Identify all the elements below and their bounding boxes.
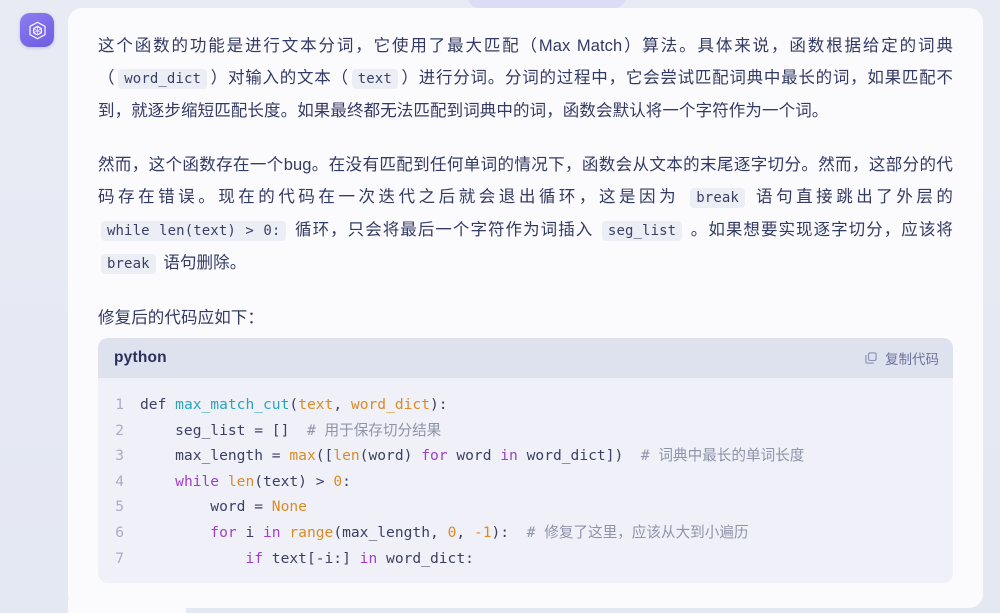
code-token: word_dict: — [377, 549, 474, 567]
code-token: in — [359, 549, 378, 567]
code-line-text: max_length = max([len(word) for word in … — [140, 443, 804, 469]
code-token: : — [342, 472, 351, 490]
code-token: max — [289, 447, 316, 465]
code-line: 5 word = None — [98, 494, 953, 520]
inline-code: word_dict — [118, 69, 208, 89]
code-line: 7 if text[-i:] in word_dict: — [98, 546, 953, 572]
code-token: i — [236, 523, 264, 541]
code-token: ( — [289, 396, 299, 413]
hexagon-cube-logo-icon — [27, 20, 48, 41]
inline-code: text — [351, 69, 398, 89]
code-token: -1 — [473, 523, 492, 541]
code-line: 2 seg_list = [] # 用于保存切分结果 — [98, 418, 953, 444]
code-token: for — [421, 447, 448, 465]
inline-code: while len(text) > 0: — [101, 221, 287, 241]
code-line-number: 2 — [115, 421, 124, 439]
inline-code: break — [101, 254, 156, 274]
code-line-number: 5 — [115, 498, 124, 516]
code-token: def — [140, 396, 176, 413]
code-token: range — [289, 523, 334, 541]
code-block: python 复制代码 1 def max_match_cut(text, wor… — [98, 338, 953, 584]
copy-code-button[interactable]: 复制代码 — [864, 348, 939, 368]
code-line: 6 for i in range(max_length, 0, -1): # 修… — [98, 520, 953, 546]
inline-code: seg_list — [601, 221, 683, 241]
code-token: (max_length, — [333, 523, 448, 541]
code-token: max_length = — [140, 447, 290, 465]
inline-code: break — [690, 188, 745, 208]
paragraph-3: 修复后的代码应如下： — [98, 309, 264, 327]
code-token: , — [333, 396, 351, 413]
previous-message-bubble — [468, 0, 626, 8]
code-token: in — [500, 447, 518, 465]
copy-code-label: 复制代码 — [885, 352, 939, 367]
chat-window: 这个函数的功能是进行文本分词，它使用了最大匹配（Max Match）算法。具体来… — [0, 0, 1000, 613]
code-token: word = — [140, 498, 272, 516]
code-token: # 词典中最长的单词长度 — [640, 447, 805, 465]
code-line-text: word = None — [140, 494, 307, 520]
code-token: ): — [491, 523, 527, 541]
code-token: ): — [430, 396, 448, 413]
code-token: (word) — [359, 447, 422, 465]
code-token: for — [210, 523, 237, 541]
code-token: word — [447, 447, 501, 465]
code-line: 1 def max_match_cut(text, word_dict): — [98, 392, 953, 418]
code-token: if — [245, 549, 264, 567]
code-token: while — [175, 472, 220, 490]
code-line-number: 7 — [115, 549, 124, 567]
code-line-number: 1 — [115, 396, 124, 413]
code-line-text: for i in range(max_length, 0, -1): # 修复了… — [140, 520, 749, 546]
code-token: # 修复了这里，应该从大到小遍历 — [526, 523, 749, 541]
code-token: , — [456, 523, 474, 541]
code-token: word_dict — [350, 396, 430, 413]
code-token: text[-i:] — [263, 549, 360, 567]
paragraph-1: 这个函数的功能是进行文本分词，它使用了最大匹配（Max Match）算法。具体来… — [98, 37, 953, 120]
code-line-text: def max_match_cut(text, word_dict): — [140, 392, 448, 418]
code-line: 3 max_length = max([len(word) for word i… — [98, 443, 953, 469]
code-line-number: 6 — [115, 523, 124, 541]
paragraph-2: 然而，这个函数存在一个bug。在没有匹配到任何单词的情况下，函数会从文本的末尾逐… — [98, 156, 953, 274]
bottom-action-chip[interactable] — [68, 593, 186, 613]
code-token: len — [227, 472, 255, 490]
code-token: ([ — [315, 447, 334, 465]
code-line: 4 while len(text) > 0: — [98, 469, 953, 495]
assistant-message-row: 这个函数的功能是进行文本分词，它使用了最大匹配（Max Match）算法。具体来… — [20, 8, 983, 608]
assistant-avatar — [20, 13, 54, 47]
code-token: None — [271, 498, 307, 516]
code-token: max_match_cut — [175, 396, 290, 413]
code-token: # 用于保存切分结果 — [306, 421, 442, 439]
code-body[interactable]: 1 def max_match_cut(text, word_dict): 2 se… — [98, 378, 953, 583]
code-token: in — [263, 523, 281, 541]
code-line-text: if text[-i:] in word_dict: — [140, 546, 474, 572]
copy-icon — [864, 351, 878, 365]
code-line-text: seg_list = [] # 用于保存切分结果 — [140, 418, 441, 444]
code-token: 0 — [333, 472, 343, 490]
code-line-number: 3 — [115, 447, 124, 465]
code-token: word_dict]) — [517, 447, 641, 465]
code-token: text — [298, 396, 334, 413]
code-line-number: 4 — [115, 472, 124, 490]
code-token: (text) > — [254, 472, 334, 490]
code-language-label: python — [114, 349, 167, 366]
code-token: len — [333, 447, 360, 465]
code-token: seg_list = [] — [140, 421, 307, 439]
code-block-header: python 复制代码 — [98, 338, 953, 378]
assistant-message-bubble: 这个函数的功能是进行文本分词，它使用了最大匹配（Max Match）算法。具体来… — [68, 8, 983, 608]
code-line-text: while len(text) > 0: — [140, 469, 351, 495]
